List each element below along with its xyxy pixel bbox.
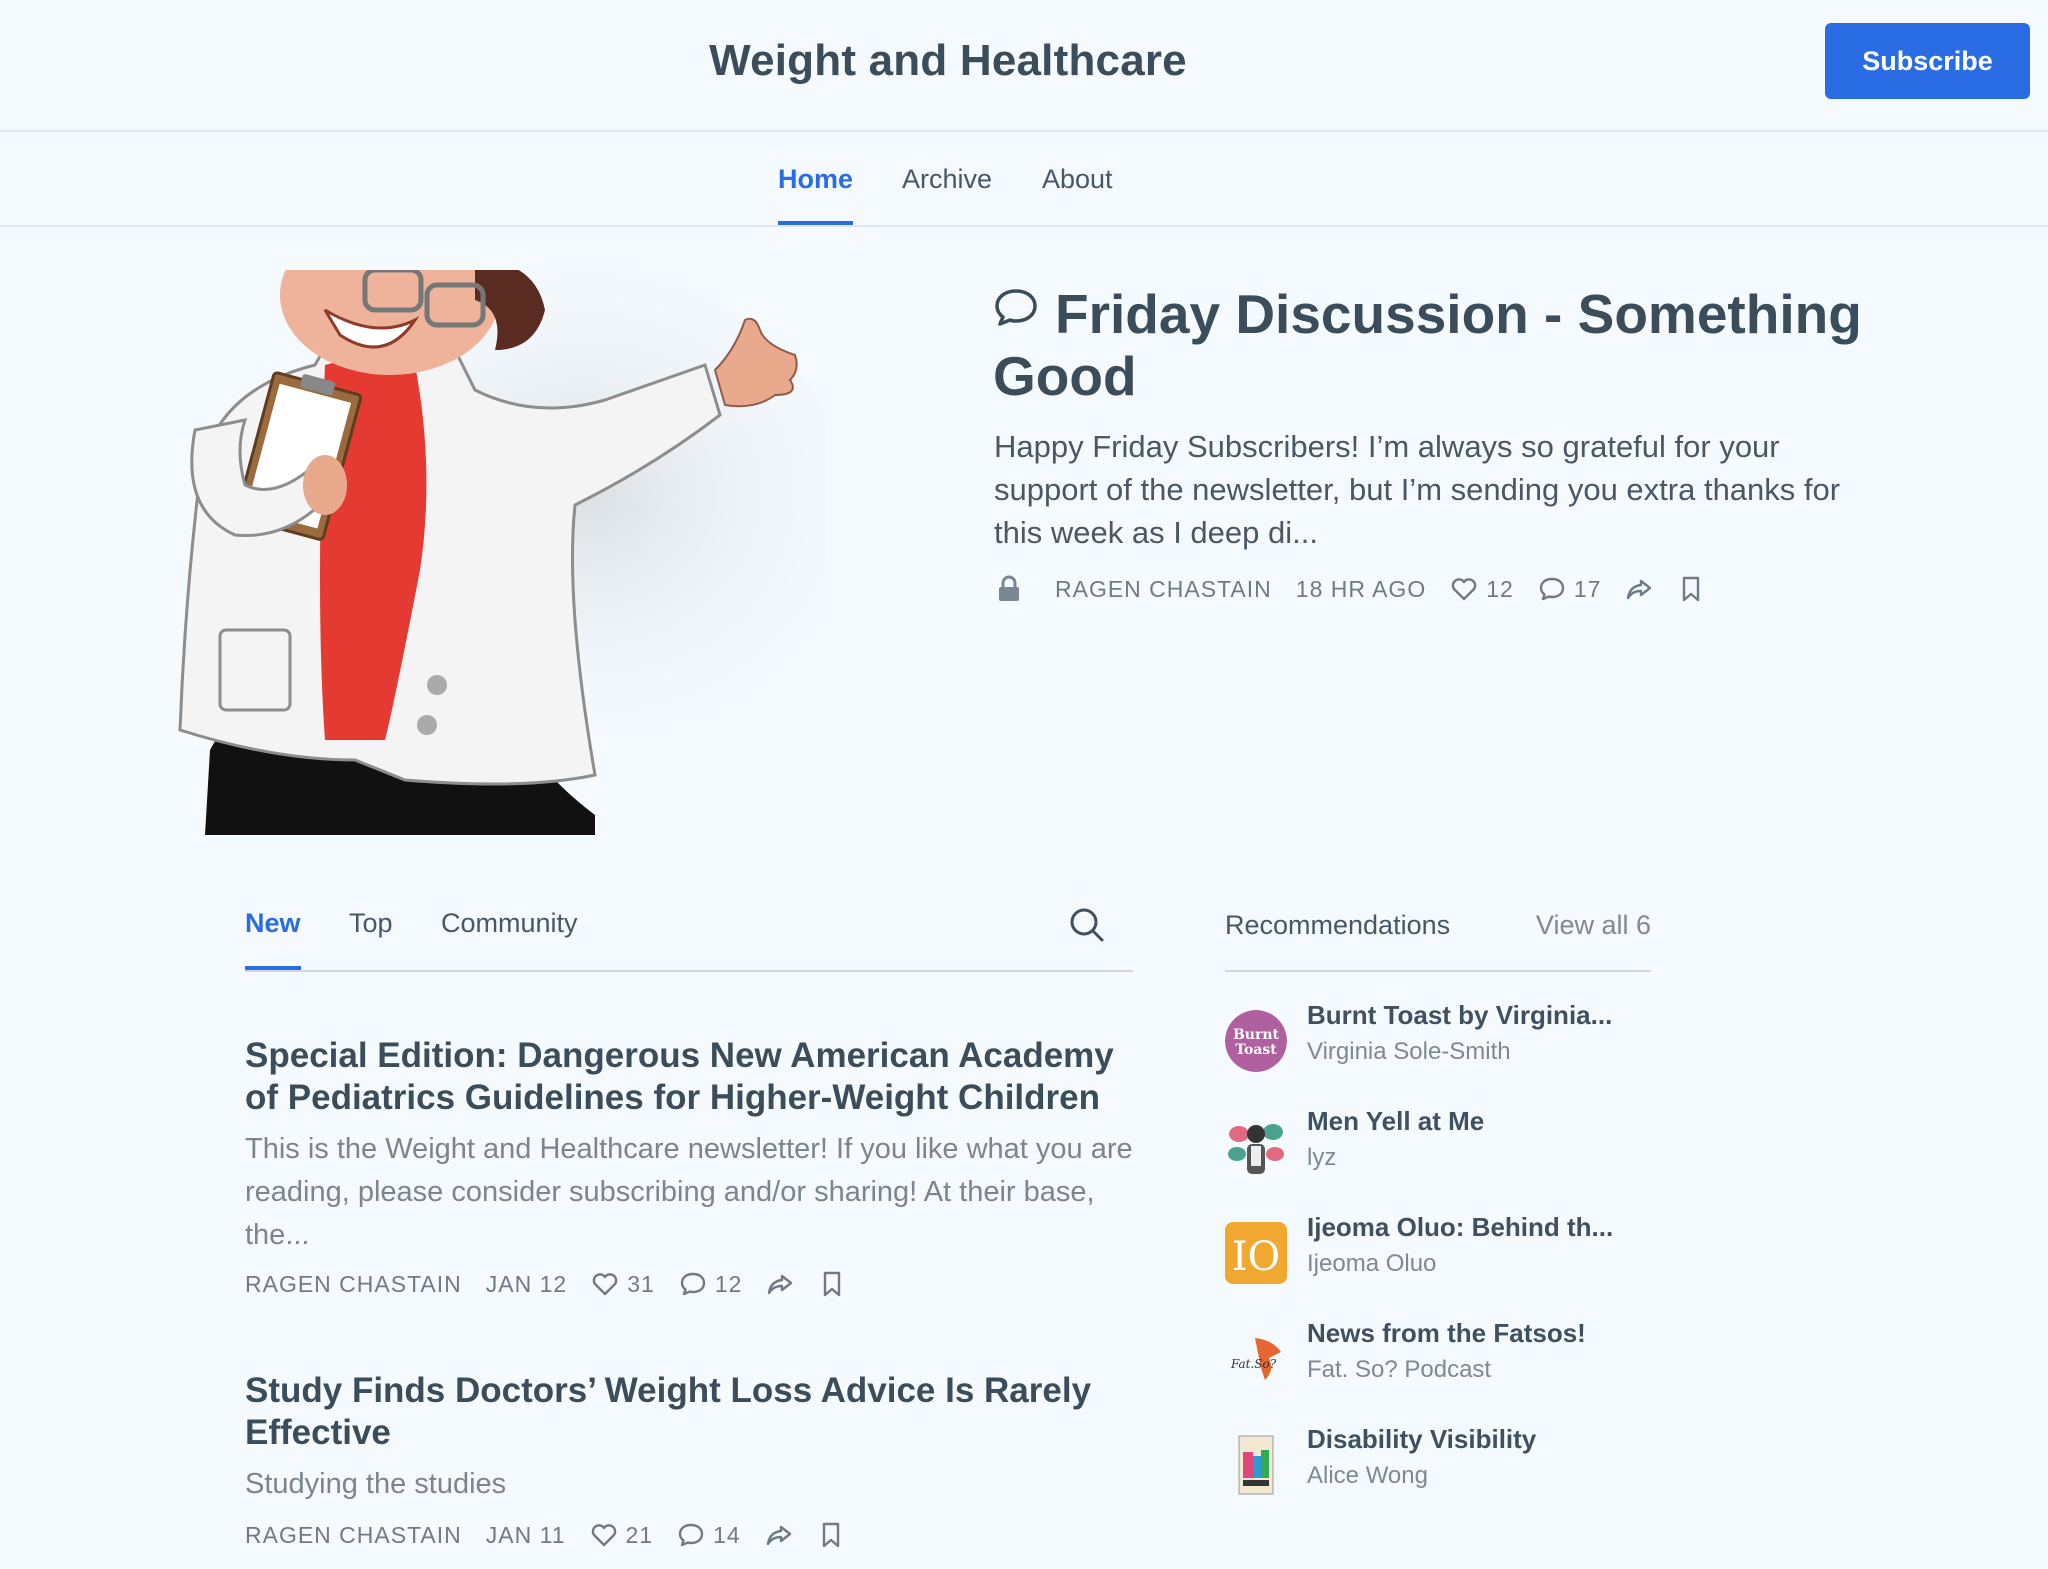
search-icon[interactable] xyxy=(1067,905,1107,945)
recommendation-item[interactable]: IO Ijeoma Oluo: Behind th... Ijeoma Oluo xyxy=(1225,1212,1655,1302)
comment-count: 17 xyxy=(1573,575,1602,602)
heart-icon xyxy=(591,1524,616,1547)
post-subtitle: Studying the studies xyxy=(245,1468,507,1500)
post-time: 18 HR AGO xyxy=(1295,575,1427,602)
featured-title-text: Friday Discussion - Something Good xyxy=(993,283,1862,407)
recommendation-item[interactable]: Fat.So? News from the Fatsos! Fat. So? P… xyxy=(1225,1318,1655,1408)
like-button[interactable]: 21 xyxy=(590,1521,654,1549)
recommendations-title: Recommendations xyxy=(1225,910,1451,940)
bookmark-icon xyxy=(824,1271,841,1297)
recommendation-author: Ijeoma Oluo xyxy=(1307,1250,1437,1277)
tab-new[interactable]: New xyxy=(245,908,301,970)
featured-post-image[interactable] xyxy=(175,270,825,835)
nav-archive[interactable]: Archive xyxy=(902,164,992,225)
avatar-text: IO xyxy=(1232,1234,1281,1280)
recommendation-item[interactable]: Men Yell at Me lyz xyxy=(1225,1106,1655,1196)
bookmark-button[interactable] xyxy=(818,1270,846,1298)
recommendations-header: Recommendations View all 6 xyxy=(1225,890,1651,972)
men-yell-avatar xyxy=(1225,1116,1287,1178)
disability-visibility-avatar xyxy=(1225,1434,1287,1496)
post-date: JAN 12 xyxy=(485,1270,568,1297)
comment-button[interactable]: 14 xyxy=(677,1521,741,1549)
bookmark-button[interactable] xyxy=(817,1521,845,1549)
post-date: JAN 11 xyxy=(485,1521,566,1548)
recommendation-name: Burnt Toast by Virginia... xyxy=(1307,1000,1613,1030)
recommendation-name: Men Yell at Me xyxy=(1307,1106,1485,1136)
tab-community[interactable]: Community xyxy=(441,908,578,970)
like-count: 12 xyxy=(1486,575,1514,602)
share-button[interactable] xyxy=(1625,575,1653,603)
post-author[interactable]: RAGEN CHASTAIN xyxy=(1055,576,1272,603)
view-all-link[interactable]: View all 6 xyxy=(1536,910,1651,941)
recommendation-item[interactable]: Disability Visibility Alice Wong xyxy=(1225,1424,1655,1514)
bookmark-button[interactable] xyxy=(1677,575,1705,603)
avatar-text: Burnt xyxy=(1233,1027,1280,1043)
post-meta: RAGEN CHASTAIN JAN 12 31 12 xyxy=(245,1270,870,1298)
post-meta: RAGEN CHASTAIN JAN 11 21 14 xyxy=(245,1521,869,1549)
heart-icon xyxy=(1451,578,1477,601)
burnt-toast-avatar: Burnt Toast xyxy=(1225,1010,1287,1072)
bookmark-icon xyxy=(822,1522,839,1548)
featured-post-excerpt: Happy Friday Subscribers! I’m always so … xyxy=(994,429,1841,550)
fat-so-avatar: Fat.So? xyxy=(1225,1328,1287,1390)
nav-home[interactable]: Home xyxy=(778,164,854,225)
featured-post-meta: RAGEN CHASTAIN 18 HR AGO 12 17 xyxy=(995,575,1729,603)
like-button[interactable]: 31 xyxy=(591,1270,655,1298)
like-button[interactable]: 12 xyxy=(1450,575,1514,603)
site-title[interactable]: Weight and Healthcare xyxy=(0,36,1896,86)
chat-bubble-icon xyxy=(995,289,1037,326)
recommendation-author: lyz xyxy=(1307,1144,1337,1171)
tab-top[interactable]: Top xyxy=(349,908,393,970)
recommendation-name: News from the Fatsos! xyxy=(1307,1318,1586,1348)
post-subtitle: This is the Weight and Healthcare newsle… xyxy=(245,1133,1133,1251)
subscribe-button[interactable]: Subscribe xyxy=(1825,23,2030,99)
comment-icon xyxy=(1539,577,1565,601)
recommendation-name: Disability Visibility xyxy=(1307,1424,1537,1454)
comment-icon xyxy=(678,1523,704,1547)
post-author[interactable]: RAGEN CHASTAIN xyxy=(245,1522,462,1549)
site-header: Weight and Healthcare Subscribe xyxy=(0,0,2048,132)
feed-tabs: New Top Community xyxy=(245,890,1133,972)
nav-about[interactable]: About xyxy=(1042,164,1113,225)
featured-post-title[interactable]: Friday Discussion - Something Good xyxy=(993,283,1873,407)
avatar-text: Toast xyxy=(1235,1042,1277,1058)
bookmark-icon xyxy=(1683,576,1700,602)
comment-count: 12 xyxy=(714,1270,743,1297)
paid-lock xyxy=(995,575,1031,603)
comment-button[interactable]: 17 xyxy=(1538,575,1602,603)
recommendation-name: Ijeoma Oluo: Behind th... xyxy=(1307,1212,1614,1242)
post-title[interactable]: Study Finds Doctors’ Weight Loss Advice … xyxy=(245,1370,1145,1454)
heart-icon xyxy=(592,1273,618,1296)
like-count: 21 xyxy=(625,1521,654,1548)
recommendation-author: Virginia Sole-Smith xyxy=(1307,1038,1511,1065)
post-author[interactable]: RAGEN CHASTAIN xyxy=(245,1271,462,1298)
lock-icon xyxy=(999,575,1019,601)
ijeoma-avatar: IO xyxy=(1225,1222,1287,1284)
share-button[interactable] xyxy=(766,1270,794,1298)
share-button[interactable] xyxy=(765,1521,793,1549)
recommendation-item[interactable]: Burnt Toast Burnt Toast by Virginia... V… xyxy=(1225,1000,1655,1090)
comment-icon xyxy=(680,1272,706,1296)
post-title[interactable]: Special Edition: Dangerous New American … xyxy=(245,1035,1145,1119)
share-icon xyxy=(766,1525,791,1546)
recommendation-author: Fat. So? Podcast xyxy=(1307,1356,1492,1383)
share-icon xyxy=(768,1274,793,1295)
comment-button[interactable]: 12 xyxy=(679,1270,743,1298)
like-count: 31 xyxy=(627,1270,655,1297)
comment-count: 14 xyxy=(713,1521,741,1548)
recommendation-author: Alice Wong xyxy=(1307,1462,1428,1489)
avatar-text: Fat.So? xyxy=(1230,1357,1277,1371)
share-icon xyxy=(1627,579,1652,600)
main-nav: Home Archive About xyxy=(0,132,2048,227)
